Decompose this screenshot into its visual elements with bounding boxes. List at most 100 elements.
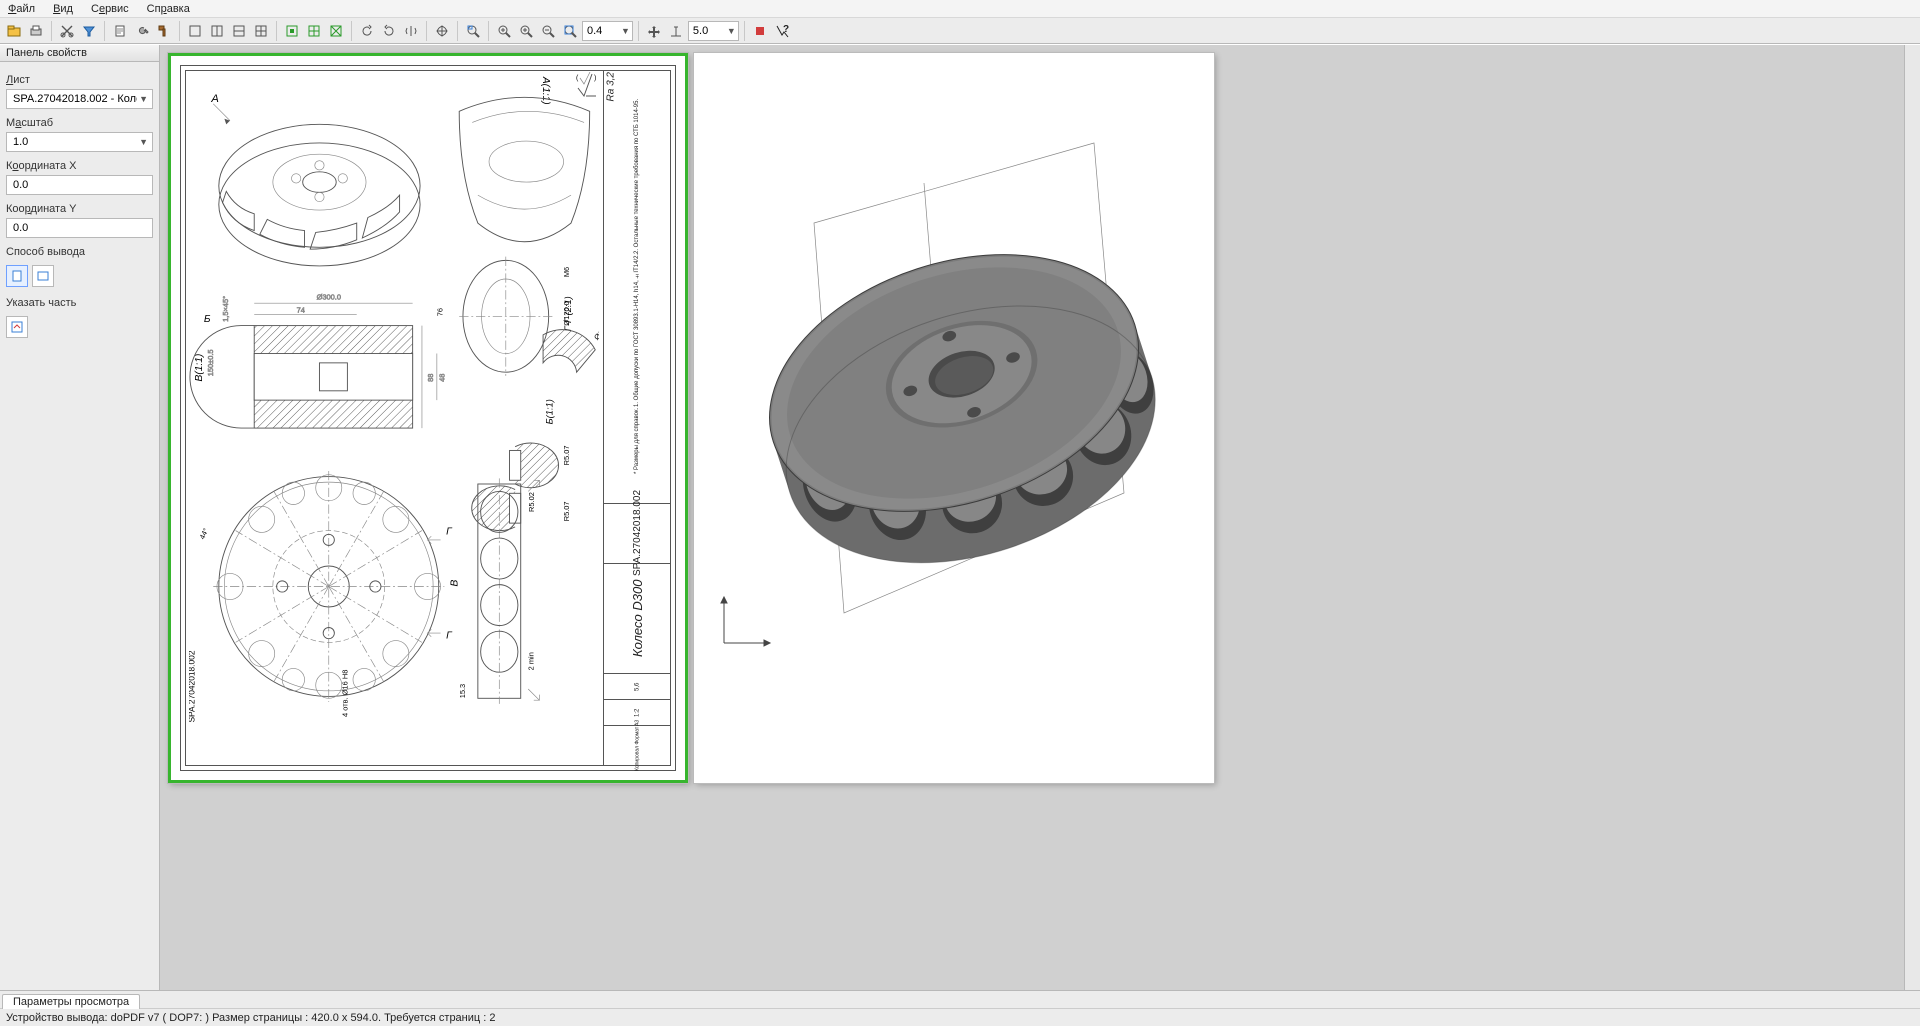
menu-file[interactable]: Файл (6, 3, 37, 15)
svg-text:Г-Г (2:1): Г-Г (2:1) (563, 296, 573, 331)
flip-h-button[interactable] (401, 21, 421, 41)
zoom-combo[interactable]: ▼ (582, 21, 633, 41)
print-page-1[interactable]: Ra 3,2 () (168, 53, 688, 783)
coord-x-label: Координата X (6, 160, 153, 172)
output-mode-sheet-button[interactable] (32, 265, 54, 287)
cut-button[interactable] (57, 21, 77, 41)
tb-notes: * Размеры для справок. 1. Общие допуски … (604, 70, 671, 504)
menu-view[interactable]: Вид (51, 3, 75, 15)
render-svg (694, 53, 1214, 783)
menu-help[interactable]: Справка (145, 3, 192, 15)
coord-x-field[interactable] (6, 175, 153, 195)
tb-designation: SPA.27042018.002 (604, 504, 671, 564)
svg-text:2 min: 2 min (527, 652, 536, 670)
fit-grid-button[interactable] (304, 21, 324, 41)
layout-2v-button[interactable] (207, 21, 227, 41)
snap-button[interactable] (666, 21, 686, 41)
tool-wrench-button[interactable] (132, 21, 152, 41)
zoom-out-button[interactable] (538, 21, 558, 41)
toolbar: ▼ ▼ ? (0, 18, 1920, 44)
svg-text:?: ? (783, 24, 789, 35)
svg-text:А: А (210, 93, 218, 105)
svg-text:88: 88 (426, 374, 435, 382)
drawing-sheet-svg: А А(1:1) В(1:1) (189, 74, 599, 726)
coord-x-input[interactable] (11, 178, 148, 192)
menu-service-text: рвис (105, 3, 129, 15)
menu-bar: Файл Вид Сервис Справка (0, 0, 1920, 18)
svg-text:76: 76 (435, 308, 444, 316)
output-mode-page-button[interactable] (6, 265, 28, 287)
pan-button[interactable] (432, 21, 452, 41)
coord-y-label: Координата Y (6, 203, 153, 215)
svg-text:В: В (449, 579, 460, 586)
context-help-button[interactable]: ? (772, 21, 792, 41)
chevron-down-icon: ▼ (727, 26, 736, 36)
svg-text:SPA.27042018.002: SPA.27042018.002 (189, 650, 197, 722)
print-button[interactable] (26, 21, 46, 41)
svg-text:М6: М6 (562, 267, 571, 277)
chevron-down-icon: ▼ (139, 94, 148, 104)
sheet-label: Лист (6, 74, 153, 86)
menu-help-text: авка (167, 3, 190, 15)
pick-part-button[interactable] (6, 316, 28, 338)
svg-text:Г: Г (446, 631, 453, 642)
rotate-ccw-button[interactable] (357, 21, 377, 41)
svg-text:48: 48 (437, 374, 446, 382)
sheet-combo[interactable]: ▼ (6, 89, 153, 109)
tb-footer: Копировал Формат А3 (604, 726, 671, 766)
svg-text:R5.02: R5.02 (527, 492, 536, 512)
tb-mass: 5,6 (604, 674, 671, 700)
move-arrows-button[interactable] (644, 21, 664, 41)
zoom-dynamic-button[interactable] (494, 21, 514, 41)
print-page-2[interactable] (694, 53, 1214, 783)
svg-text:А(1:1): А(1:1) (540, 76, 551, 105)
tb-title: Колесо D300 (604, 564, 671, 674)
step-combo[interactable]: ▼ (688, 21, 739, 41)
zoom-window-button[interactable] (463, 21, 483, 41)
page-setup-button[interactable] (110, 21, 130, 41)
zoom-fit-button[interactable] (560, 21, 580, 41)
step-value-input[interactable] (691, 24, 723, 38)
zoom-in-button[interactable] (516, 21, 536, 41)
coord-y-field[interactable] (6, 218, 153, 238)
properties-panel: Панель свойств Лист ▼ Масштаб ▼ Координа… (0, 45, 160, 990)
fit-all-button[interactable] (326, 21, 346, 41)
svg-text:15.3: 15.3 (458, 684, 467, 698)
svg-text:Б: Б (204, 314, 211, 325)
page-container[interactable]: Ra 3,2 () (160, 45, 1904, 990)
fit-sel-green-button[interactable] (282, 21, 302, 41)
rotate-cw-button[interactable] (379, 21, 399, 41)
menu-view-text: ид (60, 3, 73, 15)
sheet-input[interactable] (11, 92, 139, 106)
layout-2h-button[interactable] (229, 21, 249, 41)
output-mode-label: Способ вывода (6, 246, 153, 258)
menu-file-text: айл (16, 3, 35, 15)
svg-text:R5.07: R5.07 (562, 501, 571, 521)
svg-text:Б(1:1): Б(1:1) (544, 399, 554, 424)
tool-hammer-button[interactable] (154, 21, 174, 41)
status-text: Устройство вывода: doPDF v7 ( DOP7: ) Ра… (6, 1012, 495, 1024)
menu-service[interactable]: Сервис (89, 3, 131, 15)
zoom-value-input[interactable] (585, 24, 617, 38)
open-file-button[interactable] (4, 21, 24, 41)
main-area: Панель свойств Лист ▼ Масштаб ▼ Координа… (0, 44, 1920, 990)
svg-text:150±0.5: 150±0.5 (206, 349, 215, 376)
title-block: * Размеры для справок. 1. Общие допуски … (603, 70, 671, 766)
filter-button[interactable] (79, 21, 99, 41)
svg-text:R5.07: R5.07 (562, 445, 571, 465)
layout-1x1-button[interactable] (185, 21, 205, 41)
stop-button[interactable] (750, 21, 770, 41)
scale-combo[interactable]: ▼ (6, 132, 153, 152)
workspace[interactable]: Ra 3,2 () (160, 45, 1920, 990)
layout-4-button[interactable] (251, 21, 271, 41)
scale-label: Масштаб (6, 117, 153, 129)
coord-y-input[interactable] (11, 221, 148, 235)
svg-text:Ø65: Ø65 (592, 326, 599, 342)
vertical-scrollbar[interactable] (1904, 45, 1920, 990)
scale-input[interactable] (11, 135, 139, 149)
svg-text:74: 74 (297, 306, 305, 315)
properties-panel-title: Панель свойств (0, 45, 159, 62)
status-bar: Устройство вывода: doPDF v7 ( DOP7: ) Ра… (0, 1008, 1920, 1026)
svg-text:44°: 44° (198, 527, 211, 541)
tab-view-params[interactable]: Параметры просмотра (2, 994, 140, 1009)
